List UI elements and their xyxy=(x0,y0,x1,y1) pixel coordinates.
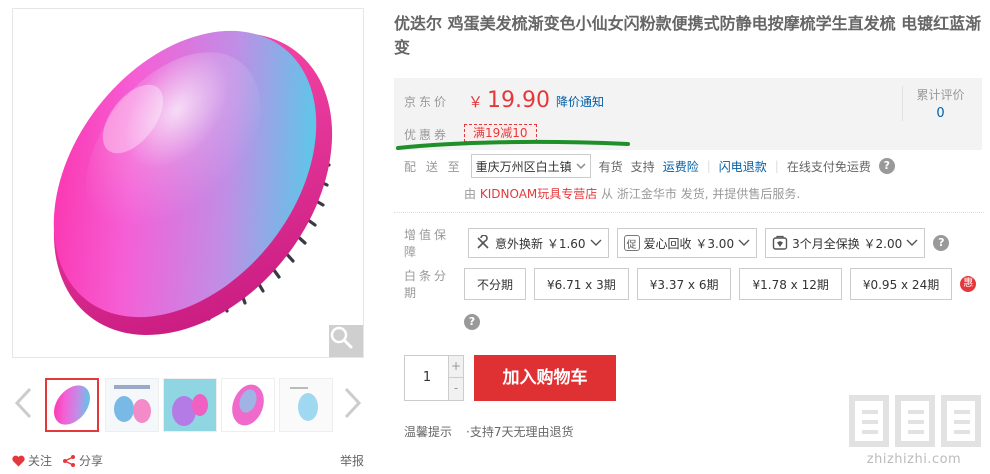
shop-link[interactable]: KIDNOAM玩具专营店 xyxy=(480,187,597,201)
egg-hairbrush-illustration xyxy=(53,30,333,336)
gallery-actions: 关注 分享 举报 xyxy=(12,452,364,470)
chevron-right-icon[interactable] xyxy=(340,386,364,420)
review-summary[interactable]: 累计评价 0 xyxy=(902,86,972,121)
service-option-recycle[interactable]: 促 爱心回收 ￥3.00 xyxy=(616,228,758,258)
installment-option[interactable]: ¥6.71 x 3期 xyxy=(534,268,629,300)
chevron-left-icon[interactable] xyxy=(12,386,36,420)
seller-suffix: 从 浙江金华市 发货, 并提供售后服务. xyxy=(601,187,801,201)
quantity-decrease-button[interactable]: - xyxy=(448,378,463,400)
installment-option[interactable]: ¥1.78 x 12期 xyxy=(739,268,842,300)
chevron-down-icon xyxy=(590,239,602,246)
help-icon[interactable]: ? xyxy=(464,314,480,330)
service-option-accident[interactable]: 意外换新 ￥1.60 xyxy=(468,228,609,258)
stock-status: 有货 xyxy=(598,159,623,174)
shipping-label: 配 送 至 xyxy=(404,159,463,174)
recycle-icon: 促 xyxy=(623,235,640,251)
freight-insurance-link[interactable]: 运费险 xyxy=(663,158,699,175)
thumbnail-4[interactable] xyxy=(221,378,275,432)
discount-badge-icon[interactable]: 惠 xyxy=(960,276,977,292)
shield-icon xyxy=(772,235,788,250)
divider: | xyxy=(774,159,779,173)
installment-option[interactable]: 不分期 xyxy=(464,268,527,300)
share-label: 分享 xyxy=(79,454,104,468)
magnifier-icon xyxy=(330,326,353,349)
value-added-services: 增值保障 意外换新 ￥1.60 促 爱心回收 ￥3.00 3个月全保换 ￥2.0… xyxy=(404,228,950,259)
tips-label: 温馨提示 xyxy=(404,425,453,439)
chevron-down-icon xyxy=(906,239,918,246)
services-label: 增值保障 xyxy=(404,228,450,259)
watermark-url: zhizhizhi.com xyxy=(866,452,962,467)
location-select[interactable]: 重庆万州区白土镇 xyxy=(470,154,591,178)
review-count[interactable]: 0 xyxy=(909,106,972,121)
review-label: 累计评价 xyxy=(916,88,965,102)
currency-symbol: ￥ xyxy=(468,93,484,111)
quantity-input[interactable]: 1 xyxy=(405,356,449,400)
flash-refund-link[interactable]: 闪电退款 xyxy=(719,158,767,175)
service-option-warranty[interactable]: 3个月全保换 ￥2.00 xyxy=(765,228,926,258)
price-value: ￥ 19.90 xyxy=(468,84,550,119)
help-icon[interactable]: ? xyxy=(878,158,895,174)
share-icon xyxy=(63,454,75,467)
thumbnail-strip xyxy=(12,372,364,434)
thumbnail-2[interactable] xyxy=(105,378,159,432)
add-to-cart-button[interactable]: 加入购物车 xyxy=(474,355,616,401)
price-drop-notify-link[interactable]: 降价通知 xyxy=(556,93,604,110)
chevron-down-icon xyxy=(576,163,586,169)
thumbnail-1[interactable] xyxy=(45,378,99,432)
quantity-increase-button[interactable]: + xyxy=(448,356,463,378)
installment-row: 白条分期 不分期 ¥6.71 x 3期 ¥3.37 x 6期 ¥1.78 x 1… xyxy=(404,268,977,300)
service-label: 意外换新 ￥1.60 xyxy=(495,236,586,251)
seller-info: 由 KIDNOAM玩具专营店 从 浙江金华市 发货, 并提供售后服务. xyxy=(464,185,800,202)
price-number: 19.90 xyxy=(487,88,550,113)
seller-prefix: 由 xyxy=(464,187,477,201)
main-product-image[interactable] xyxy=(12,8,364,358)
report-link[interactable]: 举报 xyxy=(340,452,364,469)
heart-icon xyxy=(12,455,25,466)
service-label: 3个月全保换 ￥2.00 xyxy=(792,236,903,251)
follow-button[interactable]: 关注 xyxy=(12,452,52,469)
installment-label: 白条分期 xyxy=(404,269,450,300)
chevron-down-icon xyxy=(738,239,750,246)
divider: | xyxy=(706,159,711,173)
wrench-icon xyxy=(477,235,489,249)
quantity-stepper: 1 + - xyxy=(404,355,464,401)
tips-row: 温馨提示 ·支持7天无理由退货 xyxy=(404,423,573,440)
watermark: zhizhizhi.com xyxy=(844,392,984,470)
thumbnail-3[interactable] xyxy=(163,378,217,432)
follow-label: 关注 xyxy=(28,454,53,468)
service-label: 爱心回收 ￥3.00 xyxy=(643,236,735,251)
share-button[interactable]: 分享 xyxy=(62,452,103,469)
help-icon[interactable]: ? xyxy=(933,235,950,251)
support-label: 支持 xyxy=(630,159,655,174)
location-value: 重庆万州区白土镇 xyxy=(475,159,572,174)
product-title: 优迭尔 鸡蛋美发梳渐变色小仙女闪粉款便携式防静电按摩梳学生直发梳 电镀红蓝渐变 xyxy=(394,14,982,57)
price-label: 京东价 xyxy=(404,95,450,109)
watermark-logo xyxy=(849,395,981,447)
installment-option[interactable]: ¥3.37 x 6期 xyxy=(636,268,732,300)
zoom-button[interactable] xyxy=(329,325,363,357)
free-shipping-text: 在线支付免运费 xyxy=(786,159,871,174)
shipping-row: 配 送 至 重庆万州区白土镇 有货 支持 运费险 | 闪电退款 | 在线支付免运… xyxy=(404,152,895,180)
installment-option[interactable]: ¥0.95 x 24期 xyxy=(849,268,953,300)
thumbnail-5[interactable] xyxy=(279,378,333,432)
tips-item: ·支持7天无理由退货 xyxy=(466,425,574,439)
section-divider xyxy=(394,212,984,213)
